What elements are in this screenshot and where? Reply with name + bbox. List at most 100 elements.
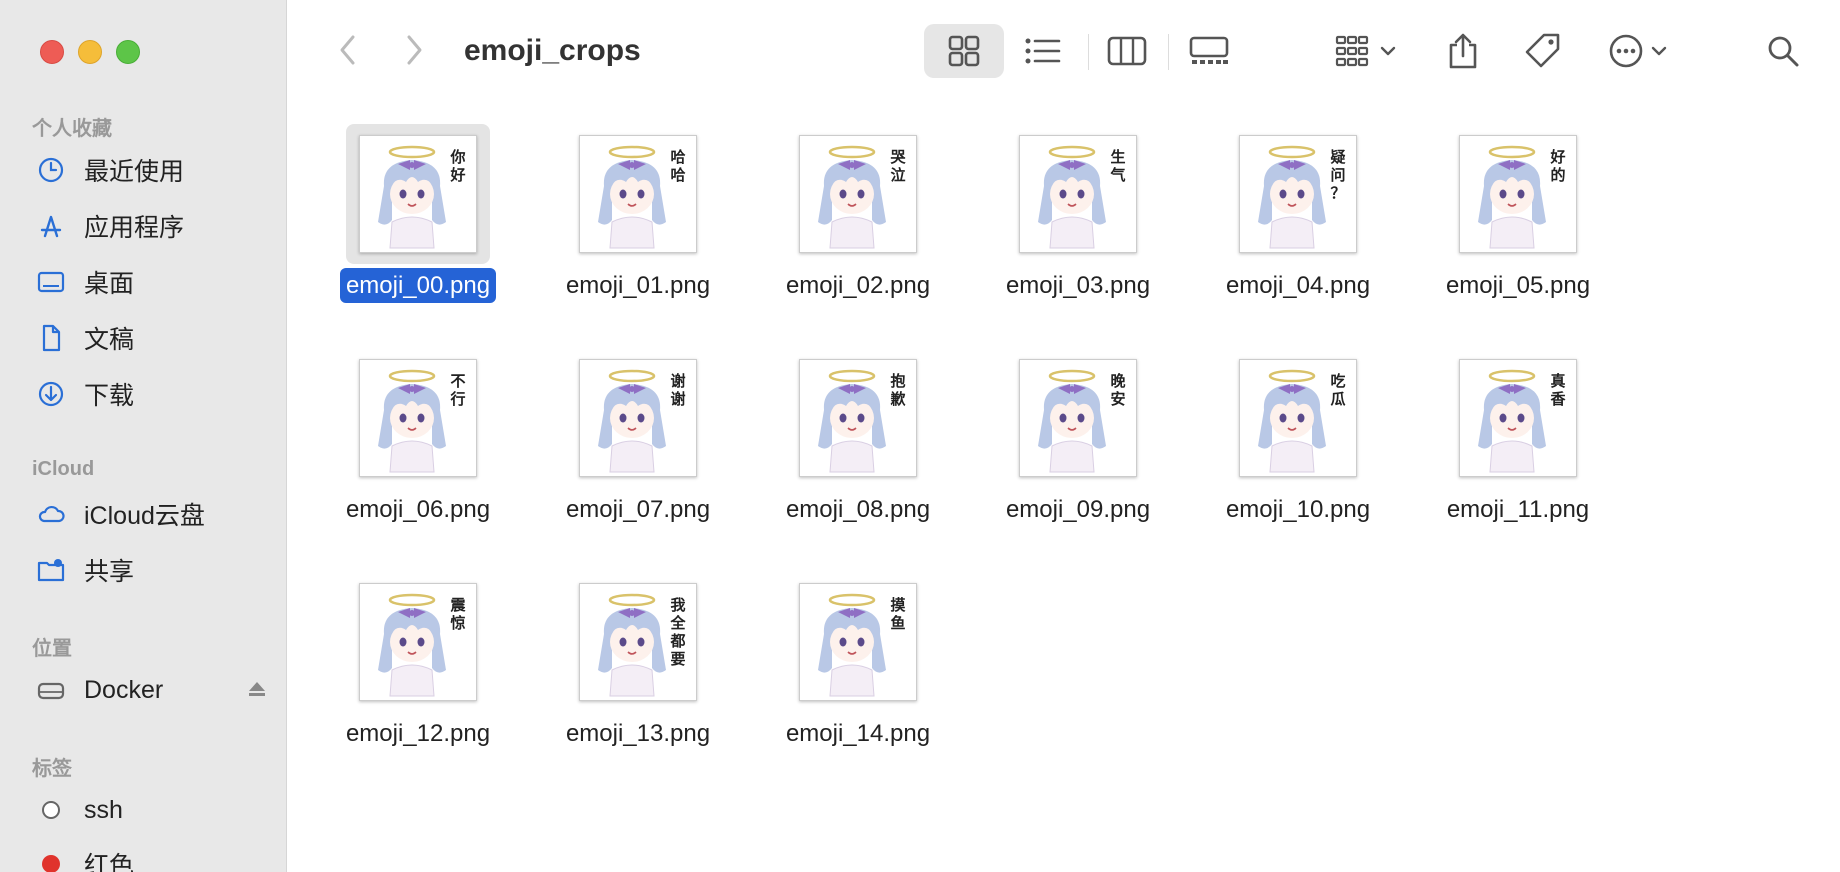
chevron-down-icon [1651, 46, 1667, 56]
sticker-caption-char: 晚 [1110, 372, 1125, 390]
file-item[interactable]: 疑问？ emoji_04.png [1190, 124, 1406, 324]
download-icon [36, 379, 66, 409]
share-icon [1449, 33, 1477, 69]
sidebar-item-label: Docker [84, 675, 164, 704]
file-thumbnail-frame: 谢谢 [566, 348, 710, 488]
file-item[interactable]: 好的 emoji_05.png [1410, 124, 1626, 324]
file-name[interactable]: emoji_06.png [310, 496, 526, 524]
chevron-right-icon [407, 35, 422, 65]
emoji-sticker-image: 吃瓜 [1258, 369, 1346, 473]
file-thumbnail: 生气 [1019, 135, 1137, 253]
sticker-caption-char: 全 [669, 614, 686, 632]
file-name[interactable]: emoji_03.png [970, 272, 1186, 300]
file-item[interactable]: 抱歉 emoji_08.png [750, 348, 966, 548]
file-name-label: emoji_14.png [785, 720, 931, 747]
sidebar-item-icloud-drive[interactable]: iCloud云盘 [36, 494, 276, 534]
sidebar-item-desktop[interactable]: 桌面 [36, 262, 276, 302]
tag-dot-icon [36, 849, 66, 872]
close-button[interactable] [40, 40, 64, 64]
sidebar-item-label: 文稿 [84, 326, 135, 354]
file-thumbnail: 疑问？ [1239, 135, 1357, 253]
gallery-view-button[interactable] [1176, 24, 1242, 78]
sidebar-item-recents[interactable]: 最近使用 [36, 150, 276, 190]
search-icon [1768, 36, 1799, 67]
file-item[interactable]: 哈哈 emoji_01.png [530, 124, 746, 324]
file-thumbnail: 不行 [359, 359, 477, 477]
file-item[interactable]: 我全都要 emoji_13.png [530, 572, 746, 772]
sticker-caption-char: ？ [1330, 184, 1345, 202]
icon-view-button[interactable] [924, 24, 1004, 78]
list-icon [1025, 38, 1061, 64]
sidebar: 个人收藏 最近使用 应用程序 桌面 文稿 下载 iCloud iCloud云盘 … [0, 0, 287, 872]
emoji-sticker-image: 你好 [378, 145, 466, 249]
file-name[interactable]: emoji_00.png [310, 268, 526, 303]
tag-button[interactable] [1518, 24, 1568, 78]
file-item[interactable]: 晚安 emoji_09.png [970, 348, 1186, 548]
minimize-button[interactable] [78, 40, 102, 64]
file-thumbnail-frame: 哈哈 [566, 124, 710, 264]
file-thumbnail-frame: 我全都要 [566, 572, 710, 712]
file-item[interactable]: 生气 emoji_03.png [970, 124, 1186, 324]
sticker-caption-char: 惊 [450, 614, 465, 632]
tag-dot-icon [36, 795, 66, 825]
file-name[interactable]: emoji_01.png [530, 272, 746, 300]
column-view-button[interactable] [1094, 24, 1160, 78]
window-controls [40, 40, 140, 64]
back-button[interactable] [330, 30, 366, 70]
file-thumbnail-frame: 疑问？ [1226, 124, 1370, 264]
file-name[interactable]: emoji_02.png [750, 272, 966, 300]
file-name-label: emoji_06.png [345, 496, 491, 523]
zoom-button[interactable] [116, 40, 140, 64]
file-name[interactable]: emoji_12.png [310, 720, 526, 748]
file-item[interactable]: 哭泣 emoji_02.png [750, 124, 966, 324]
share-button[interactable] [1438, 24, 1488, 78]
file-thumbnail-frame: 生气 [1006, 124, 1150, 264]
file-name[interactable]: emoji_07.png [530, 496, 746, 524]
file-item[interactable]: 谢谢 emoji_07.png [530, 348, 746, 548]
sticker-caption-char: 你 [449, 148, 465, 166]
file-thumbnail-frame: 摸鱼 [786, 572, 930, 712]
file-thumbnail: 谢谢 [579, 359, 697, 477]
sticker-caption-char: 谢 [670, 390, 685, 408]
group-icon [1335, 35, 1369, 67]
group-by-button[interactable] [1328, 24, 1404, 78]
sidebar-item-shared[interactable]: 共享 [36, 550, 276, 590]
emoji-sticker-image: 震惊 [378, 593, 466, 697]
file-name[interactable]: emoji_08.png [750, 496, 966, 524]
file-name[interactable]: emoji_13.png [530, 720, 746, 748]
sticker-caption-char: 气 [1109, 166, 1125, 184]
sidebar-item-docker[interactable]: Docker [36, 670, 276, 710]
file-item[interactable]: 真香 emoji_11.png [1410, 348, 1626, 548]
file-name[interactable]: emoji_04.png [1190, 272, 1406, 300]
file-name[interactable]: emoji_05.png [1410, 272, 1626, 300]
sticker-caption-char: 真 [1550, 372, 1565, 390]
file-name[interactable]: emoji_11.png [1410, 496, 1626, 524]
sidebar-item-documents[interactable]: 文稿 [36, 318, 276, 358]
search-button[interactable] [1758, 24, 1808, 78]
forward-button[interactable] [396, 30, 432, 70]
sidebar-item-tag-ssh[interactable]: ssh [36, 790, 276, 830]
file-name[interactable]: emoji_14.png [750, 720, 966, 748]
file-name-label: emoji_12.png [345, 720, 491, 747]
sidebar-item-tag-red[interactable]: 红色 [36, 844, 276, 872]
list-view-button[interactable] [1010, 24, 1076, 78]
gallery-icon [1189, 36, 1229, 64]
file-item[interactable]: 摸鱼 emoji_14.png [750, 572, 966, 772]
file-name-label: emoji_01.png [565, 272, 711, 299]
file-item[interactable]: 不行 emoji_06.png [310, 348, 526, 548]
sidebar-item-applications[interactable]: 应用程序 [36, 206, 276, 246]
sticker-caption-char: 要 [670, 650, 685, 668]
more-actions-button[interactable] [1598, 24, 1678, 78]
file-thumbnail: 晚安 [1019, 359, 1137, 477]
file-item[interactable]: 震惊 emoji_12.png [310, 572, 526, 772]
file-name[interactable]: emoji_10.png [1190, 496, 1406, 524]
sticker-caption-char: 的 [1550, 166, 1565, 184]
icloud-header: iCloud [32, 458, 95, 480]
sticker-caption-char: 鱼 [890, 614, 905, 632]
file-item[interactable]: 你好 emoji_00.png [310, 124, 526, 324]
sidebar-item-downloads[interactable]: 下载 [36, 374, 276, 414]
eject-icon[interactable] [246, 678, 268, 707]
file-name[interactable]: emoji_09.png [970, 496, 1186, 524]
file-item[interactable]: 吃瓜 emoji_10.png [1190, 348, 1406, 548]
toolbar: emoji_crops [288, 0, 1840, 100]
